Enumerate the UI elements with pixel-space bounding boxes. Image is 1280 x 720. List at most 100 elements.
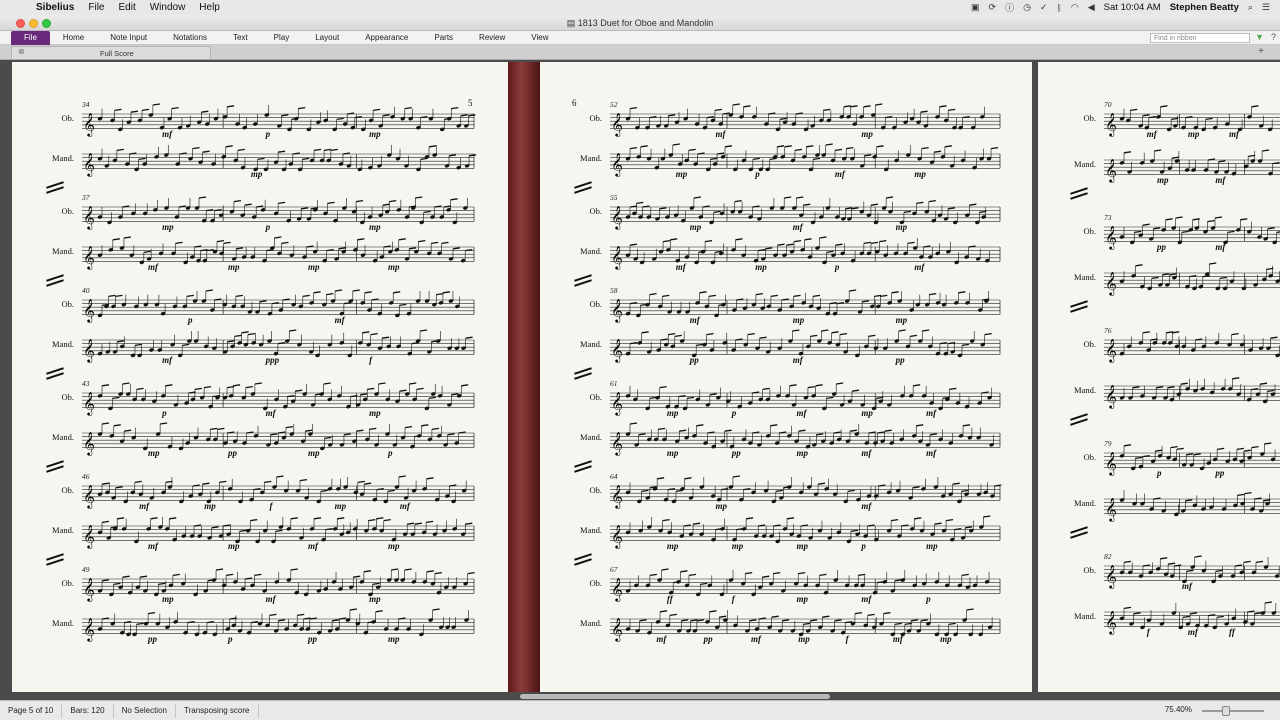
dynamic-marking[interactable]: f [369,355,372,365]
staff[interactable]: 𝄞 [82,145,477,177]
dynamic-marking[interactable]: mf [793,355,803,365]
dynamic-marking[interactable]: mf [893,634,903,644]
staff[interactable]: 𝄞 [82,608,475,642]
staff[interactable]: 𝄞 [82,289,475,323]
dynamic-marking[interactable]: mp [1157,175,1169,185]
dynamic-marking[interactable]: mp [690,222,702,232]
menu-edit[interactable]: Edit [118,2,135,13]
dynamic-marking[interactable]: mf [926,448,936,458]
score-page[interactable]: 70 Ob. Mand. 𝄞 𝄞 mf mp mf mp mf 73 Ob. Mand. 𝄞 𝄞 pp mf 76… [1038,62,1280,692]
dynamic-marking[interactable]: p [861,541,866,551]
dynamic-marking[interactable]: mp [861,129,873,139]
volume-icon[interactable]: ◀ [1088,2,1095,13]
dynamic-marking[interactable]: mp [162,594,174,604]
dynamic-marking[interactable]: f [1147,627,1150,637]
staff[interactable]: 𝄞 [610,329,1001,363]
dynamic-marking[interactable]: mp [388,262,400,272]
dynamic-marking[interactable]: mp [388,541,400,551]
dynamic-marking[interactable]: mp [148,448,160,458]
tab-review[interactable]: Review [466,31,518,45]
dynamic-marking[interactable]: mf [266,408,276,418]
dynamic-marking[interactable]: pp [732,448,741,458]
staff[interactable]: 𝄞 [610,289,1001,323]
dynamic-marking[interactable]: p [835,262,840,272]
app-menu[interactable]: Sibelius [36,2,74,13]
dynamic-marking[interactable]: mp [861,408,873,418]
add-tab-icon[interactable]: + [1258,46,1264,57]
staff[interactable]: 𝄞 [1104,490,1280,522]
dynamic-marking[interactable]: mp [667,448,679,458]
dynamic-marking[interactable]: mp [896,315,908,325]
menu-window[interactable]: Window [150,2,186,13]
menu-file[interactable]: File [88,2,104,13]
staff[interactable]: 𝄞 [610,103,1001,137]
dynamic-marking[interactable]: mf [676,262,686,272]
dynamic-marking[interactable]: mf [148,262,158,272]
tab-notations[interactable]: Notations [160,31,220,45]
note[interactable] [1275,279,1280,284]
dynamic-marking[interactable]: mp [797,594,809,604]
dynamic-marking[interactable]: ppp [266,355,280,365]
dynamic-marking[interactable]: p [732,408,737,418]
dynamic-marking[interactable]: pp [704,634,713,644]
staff[interactable]: 𝄞 [610,475,1002,509]
dynamic-marking[interactable]: mf [861,594,871,604]
dynamic-marking[interactable]: mp [369,408,381,418]
dynamic-marking[interactable]: mp [797,541,809,551]
help-icon[interactable]: ? [1271,32,1276,42]
dynamic-marking[interactable]: mf [690,315,700,325]
find-in-ribbon-input[interactable]: Find in ribbon [1150,33,1250,43]
dynamic-marking[interactable]: mp [369,594,381,604]
dynamic-marking[interactable]: mp [716,501,728,511]
dynamic-marking[interactable]: mf [1182,581,1192,591]
dynamic-marking[interactable]: mp [1188,129,1200,139]
staff[interactable]: 𝄞 [610,236,1001,270]
clock[interactable]: Sat 10:04 AM [1104,2,1161,13]
ribbon-options-icon[interactable]: ▼ [1255,32,1264,42]
dynamic-marking[interactable]: mp [797,448,809,458]
sync-icon[interactable]: ⟳ [989,2,997,13]
dynamic-marking[interactable]: pp [308,634,317,644]
staff[interactable]: 𝄞 [1104,555,1280,589]
staff[interactable]: 𝄞 [610,143,1001,177]
tab-text[interactable]: Text [220,31,261,45]
wifi-icon[interactable]: ◠ [1071,2,1079,13]
staff[interactable]: 𝄞 [1104,149,1280,183]
dynamic-marking[interactable]: mf [1215,175,1225,185]
dynamic-marking[interactable]: mf [162,355,172,365]
staff[interactable]: 𝄞 [1104,331,1280,363]
note[interactable] [1275,353,1280,358]
horizontal-scrollbar[interactable] [520,694,830,699]
staff[interactable]: 𝄞 [82,196,475,230]
score-page[interactable]: 5 34 Ob. Mand. 𝄞 𝄞 mf p mp mp 37 Ob. Mand. 𝄞 𝄞 mp p mp mf m… [12,62,508,692]
dynamic-marking[interactable]: mf [308,541,318,551]
staff[interactable]: 𝄞 [1104,377,1280,409]
staff[interactable]: 𝄞 [82,517,475,549]
dynamic-marking[interactable]: mp [228,262,240,272]
dynamic-marking[interactable]: mp [667,541,679,551]
info-icon[interactable]: ⓘ [1005,1,1014,14]
staff[interactable]: 𝄞 [82,382,475,416]
dynamic-marking[interactable]: mp [667,408,679,418]
dynamic-marking[interactable]: mp [369,129,381,139]
dynamic-marking[interactable]: mp [926,541,938,551]
dynamic-marking[interactable]: mf [1188,627,1198,637]
dynamic-marking[interactable]: mp [251,169,263,179]
tab-parts[interactable]: Parts [421,31,466,45]
tab-file[interactable]: File [11,30,50,45]
dynamic-marking[interactable]: mp [940,634,952,644]
dynamic-marking[interactable]: pp [690,355,699,365]
dynamic-marking[interactable]: mp [732,541,744,551]
tab-note-input[interactable]: Note Input [97,31,160,45]
dynamic-marking[interactable]: mf [1229,129,1239,139]
dynamic-marking[interactable]: mp [228,541,240,551]
bluetooth-icon[interactable]: ᛒ [1056,3,1061,13]
close-tab-icon[interactable]: ⊗ [18,47,25,56]
dynamic-marking[interactable]: pp [896,355,905,365]
dynamic-marking[interactable]: ff [667,594,673,604]
dynamic-marking[interactable]: p [1157,468,1162,478]
history-icon[interactable]: ◷ [1023,2,1031,13]
dynamic-marking[interactable]: pp [228,448,237,458]
staff[interactable]: 𝄞 [82,568,475,602]
staff[interactable]: 𝄞 [610,196,1001,230]
